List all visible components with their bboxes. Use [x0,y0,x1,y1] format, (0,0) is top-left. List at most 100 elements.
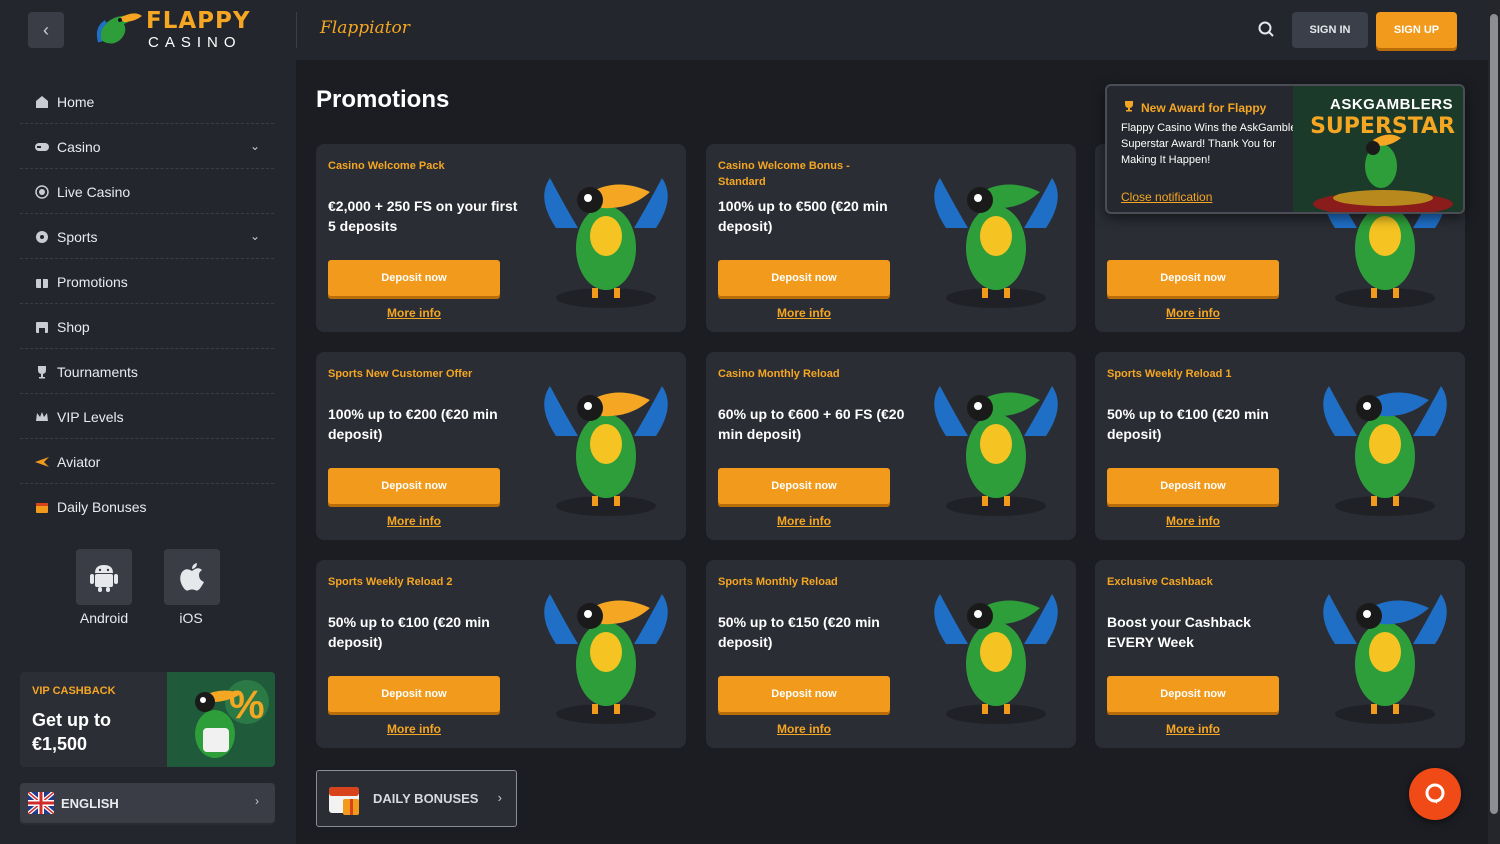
deposit-now-button[interactable]: Deposit now [718,260,890,296]
calendar-gift-icon [329,786,359,815]
promo-offer: 100% up to €200 (€20 min deposit) [328,406,498,442]
sports-icon [34,229,50,245]
more-info-link[interactable]: More info [718,514,890,528]
promo-card: Sports Weekly Reload 1 50% up to €100 (€2… [1095,352,1465,540]
gift-icon [34,274,50,290]
chat-icon [1425,783,1445,804]
deposit-now-button[interactable]: Deposit now [1107,468,1279,504]
promo-offer: 50% up to €100 (€20 min deposit) [328,614,490,650]
search-icon[interactable] [1255,18,1279,42]
sign-up-button[interactable]: SIGN UP [1376,12,1457,48]
scrollbar-thumb[interactable] [1490,14,1498,814]
sidebar-item-live-casino[interactable]: Live Casino [20,170,274,214]
more-info-link[interactable]: More info [328,722,500,736]
promo-title: Exclusive Cashback [1107,576,1213,588]
toucan-mascot-image [544,386,668,516]
sidebar-item-tournaments[interactable]: Tournaments [20,350,274,394]
logo-text-bottom: CASINO [148,34,242,51]
sidebar-item-aviator[interactable]: Aviator [20,440,274,484]
promo-card: Casino Monthly Reload 60% up to €600 + 60… [706,352,1076,540]
daily-bonuses-label: DAILY BONUSES [373,791,479,806]
deposit-now-button[interactable]: Deposit now [718,676,890,712]
deposit-now-button[interactable]: Deposit now [328,468,500,504]
crown-icon [34,409,50,425]
ios-label: iOS [179,610,203,626]
svg-text:%: % [229,683,265,727]
toucan-mascot-image [934,386,1058,516]
sidebar-item-label: VIP Levels [57,408,124,425]
deposit-now-button[interactable]: Deposit now [328,260,500,296]
promo-offer: 50% up to €150 (€20 min deposit) [718,614,880,650]
superstar-title: SUPERSTAR [1310,114,1455,139]
top-header: ‹ FLAPPY CASINO Flappiator SIGN IN SIGN … [0,0,1500,60]
more-info-link[interactable]: More info [718,722,890,736]
promo-title: Sports Weekly Reload 2 [328,576,453,588]
sidebar-item-casino[interactable]: Casino ⌄ [20,125,274,169]
chevron-down-icon[interactable]: ⌄ [250,139,260,153]
ios-app-button[interactable] [164,549,220,605]
more-info-link[interactable]: More info [718,306,890,320]
deposit-now-button[interactable]: Deposit now [1107,676,1279,712]
more-info-link[interactable]: More info [1107,514,1279,528]
promo-title: Casino Welcome Bonus - Standard [718,160,850,188]
toucan-vip-image: % [167,672,275,767]
site-logo[interactable]: FLAPPY CASINO [92,6,252,54]
chevron-down-icon[interactable]: ⌄ [250,229,260,243]
sidebar-item-sports[interactable]: Sports ⌄ [20,215,274,259]
more-info-link[interactable]: More info [328,306,500,320]
plane-icon [34,454,50,470]
toucan-mascot-image [934,178,1058,308]
sidebar-item-label: Live Casino [57,183,131,200]
sidebar-item-label: Shop [57,318,90,335]
live-chat-button[interactable] [1409,768,1461,820]
toucan-mascot-image [934,594,1058,724]
header-divider [296,12,297,48]
vip-cashback-banner[interactable]: VIP CASHBACK Get up to €1,500 % [20,672,275,767]
promo-offer: 50% up to €100 (€20 min deposit) [1107,406,1269,442]
gamepad-icon [34,139,50,155]
toucan-logo-icon [96,13,142,44]
calendar-icon [34,499,50,515]
more-info-link[interactable]: More info [328,514,500,528]
page-scrollbar[interactable] [1488,0,1500,844]
more-info-link[interactable]: More info [1107,306,1279,320]
sidebar-item-promotions[interactable]: Promotions [20,260,274,304]
sidebar-item-daily-bonuses[interactable]: Daily Bonuses [20,485,274,529]
askgamblers-title: ASKGAMBLERS [1329,96,1453,113]
close-notification-link[interactable]: Close notification [1121,190,1212,204]
sidebar-item-label: Aviator [57,453,101,470]
sidebar-item-label: Home [57,93,95,110]
notification-title-row: New Award for Flappy [1123,100,1266,115]
language-selector[interactable]: ENGLISH › [20,783,275,823]
toucan-mascot-image [1323,386,1447,516]
promo-card: Sports Monthly Reload 50% up to €150 (€20… [706,560,1076,748]
sidebar-item-vip-levels[interactable]: VIP Levels [20,395,274,439]
sidebar-item-shop[interactable]: Shop [20,305,274,349]
deposit-now-button[interactable]: Deposit now [328,676,500,712]
daily-bonuses-button[interactable]: DAILY BONUSES › [316,770,517,827]
deposit-now-button[interactable]: Deposit now [718,468,890,504]
sidebar-item-home[interactable]: Home [20,80,274,124]
sign-in-button[interactable]: SIGN IN [1292,12,1368,48]
promo-card: Sports Weekly Reload 2 50% up to €100 (€2… [316,560,686,748]
trophy-icon [34,364,50,380]
chevron-right-icon: › [255,794,259,808]
more-info-link[interactable]: More info [1107,722,1279,736]
page-title: Promotions [316,86,450,113]
promo-offer: 100% up to €500 (€20 min deposit) [718,198,888,234]
promo-title: Sports Monthly Reload [718,576,838,588]
android-label: Android [79,610,129,626]
chevron-left-icon: ‹ [43,19,49,40]
apple-icon [180,563,204,591]
android-icon [90,565,118,592]
shop-icon [34,319,50,335]
promo-offer: Boost your Cashback EVERY Week [1107,614,1251,650]
trophy-icon [1123,100,1135,115]
promo-card: Exclusive Cashback Boost your Cashback EV… [1095,560,1465,748]
android-app-button[interactable] [76,549,132,605]
promo-title: Casino Monthly Reload [718,368,840,380]
deposit-now-button[interactable]: Deposit now [1107,260,1279,296]
sidebar-item-label: Sports [57,228,98,245]
collapse-sidebar-button[interactable]: ‹ [28,12,64,48]
flappiator-game-link[interactable]: Flappiator [320,18,410,38]
